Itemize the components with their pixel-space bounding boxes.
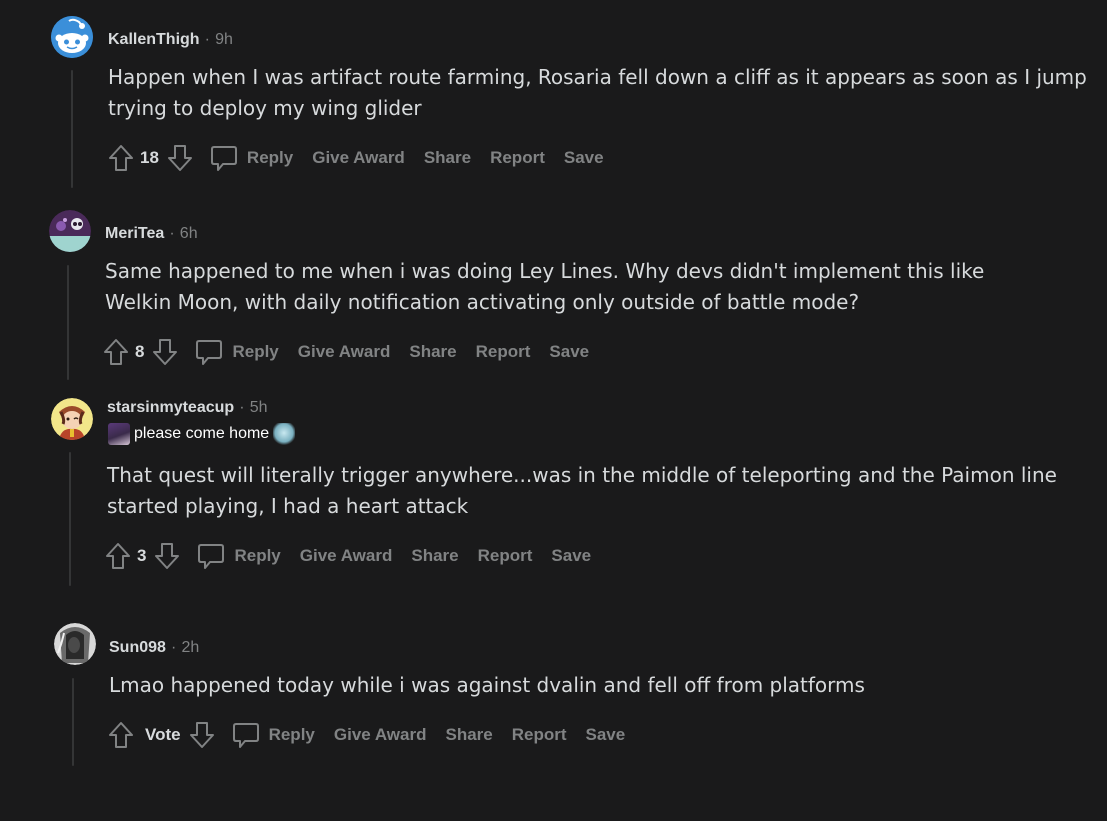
avatar[interactable] (54, 623, 96, 665)
report-button[interactable]: Report (476, 342, 531, 362)
user-flair: please come home (108, 423, 296, 445)
avatar[interactable] (51, 398, 93, 440)
separator: · (169, 225, 175, 242)
comment-body: Lmao happened today while i was against … (109, 673, 865, 697)
downvote-arrow-icon[interactable] (150, 337, 180, 367)
author-link[interactable]: MeriTea (105, 225, 164, 242)
reply-label: Reply (268, 725, 315, 744)
save-button[interactable]: Save (551, 546, 591, 566)
speech-bubble-icon (196, 340, 223, 365)
timestamp[interactable]: 2h (181, 639, 199, 656)
separator: · (204, 31, 210, 48)
share-button[interactable]: Share (424, 148, 471, 168)
timestamp[interactable]: 6h (180, 225, 198, 242)
speech-bubble-icon (232, 723, 259, 748)
comment-actions: Vote Reply Give Award Share Report Save (106, 720, 625, 750)
report-button[interactable]: Report (490, 148, 545, 168)
save-button[interactable]: Save (586, 725, 626, 745)
speech-bubble-icon (198, 544, 225, 569)
upvote-arrow-icon[interactable] (106, 143, 136, 173)
comment-actions: 8 Reply Give Award Share Report Save (101, 337, 589, 367)
downvote-arrow-icon[interactable] (165, 143, 195, 173)
reply-button[interactable]: Reply (196, 541, 281, 571)
share-button[interactable]: Share (411, 546, 458, 566)
photo-avatar-icon (54, 623, 96, 665)
custom-avatar-icon (49, 210, 91, 252)
snoo-icon (51, 16, 93, 58)
give-award-button[interactable]: Give Award (334, 725, 427, 745)
report-button[interactable]: Report (512, 725, 567, 745)
comment-meta: starsinmyteacup · 5h (107, 397, 267, 418)
comment-body: Happen when I was artifact route farming… (108, 65, 1087, 120)
vote-score: Vote (145, 725, 181, 744)
save-button[interactable]: Save (549, 342, 589, 362)
author-link[interactable]: KallenThigh (108, 31, 200, 48)
reply-button[interactable]: Reply (231, 720, 315, 750)
avatar[interactable] (49, 210, 91, 252)
separator: · (171, 639, 177, 656)
give-award-button[interactable]: Give Award (298, 342, 391, 362)
share-button[interactable]: Share (409, 342, 456, 362)
flair-character-emoji-icon (273, 423, 296, 445)
vote-score: 8 (135, 342, 145, 361)
comment-body: Same happened to me when i was doing Ley… (105, 259, 985, 314)
comment-meta: MeriTea · 6h (105, 223, 198, 244)
author-link[interactable]: starsinmyteacup (107, 399, 234, 416)
comment-actions: 18 Reply Give Award Share Report Save (106, 143, 604, 173)
give-award-button[interactable]: Give Award (312, 148, 405, 168)
reply-button[interactable]: Reply (209, 143, 293, 173)
save-button[interactable]: Save (564, 148, 604, 168)
vote-score: 18 (140, 148, 159, 167)
comment-meta: Sun098 · 2h (109, 637, 199, 658)
separator: · (239, 399, 245, 416)
author-link[interactable]: Sun098 (109, 639, 166, 656)
comment-meta: KallenThigh · 9h (108, 29, 233, 50)
anime-avatar-icon (51, 398, 93, 440)
reply-button[interactable]: Reply (194, 337, 279, 367)
reply-label: Reply (246, 148, 294, 167)
reply-label: Reply (232, 342, 279, 361)
speech-bubble-icon (210, 146, 237, 171)
upvote-arrow-icon[interactable] (101, 337, 131, 367)
flair-text: please come home (134, 425, 270, 442)
give-award-button[interactable]: Give Award (300, 546, 393, 566)
comment-actions: 3 Reply Give Award Share Report Save (103, 541, 591, 571)
thread-line[interactable] (69, 452, 71, 586)
timestamp[interactable]: 5h (250, 399, 268, 416)
thread-line[interactable] (72, 678, 74, 766)
avatar[interactable] (51, 16, 93, 58)
downvote-arrow-icon[interactable] (152, 541, 182, 571)
share-button[interactable]: Share (445, 725, 492, 745)
downvote-arrow-icon[interactable] (187, 720, 217, 750)
thread-line[interactable] (67, 265, 69, 380)
thread-line[interactable] (71, 70, 73, 188)
comment-body: That quest will literally trigger anywhe… (107, 463, 1057, 518)
upvote-arrow-icon[interactable] (103, 541, 133, 571)
upvote-arrow-icon[interactable] (106, 720, 136, 750)
report-button[interactable]: Report (478, 546, 533, 566)
timestamp[interactable]: 9h (215, 31, 233, 48)
vote-score: 3 (137, 546, 147, 565)
reply-label: Reply (234, 546, 281, 565)
flair-character-emoji-icon (108, 423, 130, 445)
